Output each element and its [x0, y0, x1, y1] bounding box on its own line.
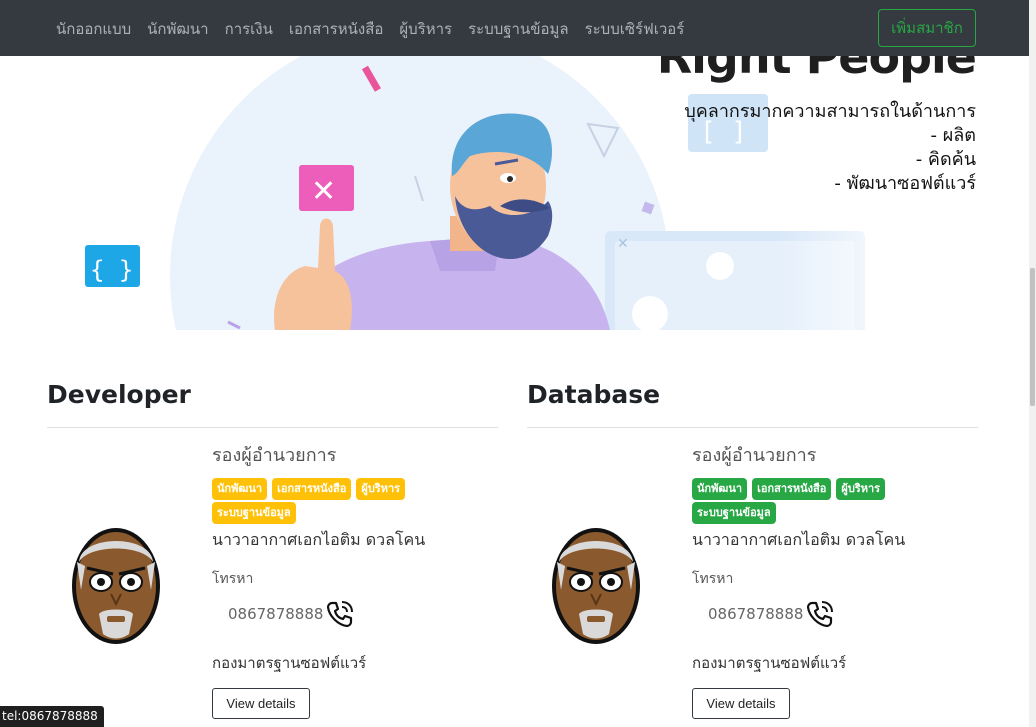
department: กองมาตรฐานซอฟต์แวร์	[212, 654, 367, 672]
role-title: รองผู้อำนวยการ	[212, 445, 337, 466]
phone-number[interactable]: 0867878888	[228, 605, 323, 623]
tag-badge: นักพัฒนา	[212, 478, 268, 500]
tag-badge: ผู้บริหาร	[836, 478, 886, 500]
tag-badge: ระบบฐานข้อมูล	[692, 502, 776, 524]
role-title: รองผู้อำนวยการ	[692, 445, 817, 466]
hero-line: - ผลิต	[930, 125, 976, 146]
phone-link[interactable]: 0867878888	[708, 598, 982, 630]
hero-line: - พัฒนาซอฟต์แวร์	[834, 173, 976, 194]
member-card-developer: Developer รองผู้อำนวยการ นักพัฒนา เอกสาร…	[47, 376, 498, 719]
tag-badge: นักพัฒนา	[692, 478, 748, 500]
member-name: นาวาอากาศเอกไอติม ดวลโคน	[692, 530, 906, 549]
add-member-button[interactable]: เพิ่มสมาชิก	[878, 9, 976, 47]
tag-list: นักพัฒนา เอกสารหนังสือ ผู้บริหาร ระบบฐาน…	[212, 478, 457, 524]
nav-link-database[interactable]: ระบบฐานข้อมูล	[468, 17, 568, 41]
phone-link[interactable]: 0867878888	[228, 598, 502, 630]
card-body: รองผู้อำนวยการ นักพัฒนา เอกสารหนังสือ ผู…	[692, 442, 982, 719]
hero-line: - คิดค้น	[915, 149, 976, 170]
avatar	[552, 528, 640, 644]
phone-call-icon[interactable]	[805, 599, 835, 629]
svg-text:✕: ✕	[311, 174, 336, 209]
nav-link-developer[interactable]: นักพัฒนา	[147, 17, 208, 41]
nav-link-documents[interactable]: เอกสารหนังสือ	[289, 17, 383, 41]
tag-badge: ผู้บริหาร	[356, 478, 406, 500]
hero-line: บุคลากรมากความสามารถในด้านการ	[684, 101, 976, 122]
tag-list: นักพัฒนา เอกสารหนังสือ ผู้บริหาร ระบบฐาน…	[692, 478, 937, 524]
section-divider	[47, 427, 498, 428]
section-title: Database	[527, 380, 661, 409]
top-navbar: นักออกแบบ นักพัฒนา การเงิน เอกสารหนังสือ…	[0, 0, 1029, 56]
view-details-button[interactable]: View details	[212, 688, 310, 719]
page-scrollbar[interactable]	[1029, 0, 1036, 727]
hero-banner: ✕ [ ] ✕ { } Right People บุคลากรมากความส…	[0, 56, 1029, 330]
nav-links: นักออกแบบ นักพัฒนา การเงิน เอกสารหนังสือ…	[56, 17, 684, 41]
member-card-database: Database รองผู้อำนวยการ นักพัฒนา เอกสารห…	[527, 376, 978, 719]
hero-title: Right People	[656, 56, 977, 84]
hero-description: บุคลากรมากความสามารถในด้านการ - ผลิต - ค…	[684, 100, 976, 196]
call-label: โทรหา	[692, 571, 734, 587]
call-label: โทรหา	[212, 571, 254, 587]
section-title: Developer	[47, 380, 191, 409]
view-details-button[interactable]: View details	[692, 688, 790, 719]
svg-text:{ }: { }	[90, 256, 133, 284]
tag-badge: เอกสารหนังสือ	[752, 478, 832, 500]
department: กองมาตรฐานซอฟต์แวร์	[692, 654, 847, 672]
tag-badge: เอกสารหนังสือ	[272, 478, 352, 500]
phone-call-icon[interactable]	[325, 599, 355, 629]
scrollbar-thumb[interactable]	[1030, 268, 1035, 406]
section-divider	[527, 427, 978, 428]
nav-link-executives[interactable]: ผู้บริหาร	[399, 17, 452, 41]
member-name: นาวาอากาศเอกไอติม ดวลโคน	[212, 530, 426, 549]
link-status-tooltip: tel:0867878888	[0, 706, 104, 727]
avatar	[72, 528, 160, 644]
card-body: รองผู้อำนวยการ นักพัฒนา เอกสารหนังสือ ผู…	[212, 442, 502, 719]
svg-text:✕: ✕	[617, 236, 629, 252]
nav-link-finance[interactable]: การเงิน	[225, 17, 273, 41]
tag-badge: ระบบฐานข้อมูล	[212, 502, 296, 524]
phone-number[interactable]: 0867878888	[708, 605, 803, 623]
nav-link-server[interactable]: ระบบเซิร์ฟเวอร์	[585, 17, 685, 41]
nav-link-designer[interactable]: นักออกแบบ	[56, 17, 131, 41]
